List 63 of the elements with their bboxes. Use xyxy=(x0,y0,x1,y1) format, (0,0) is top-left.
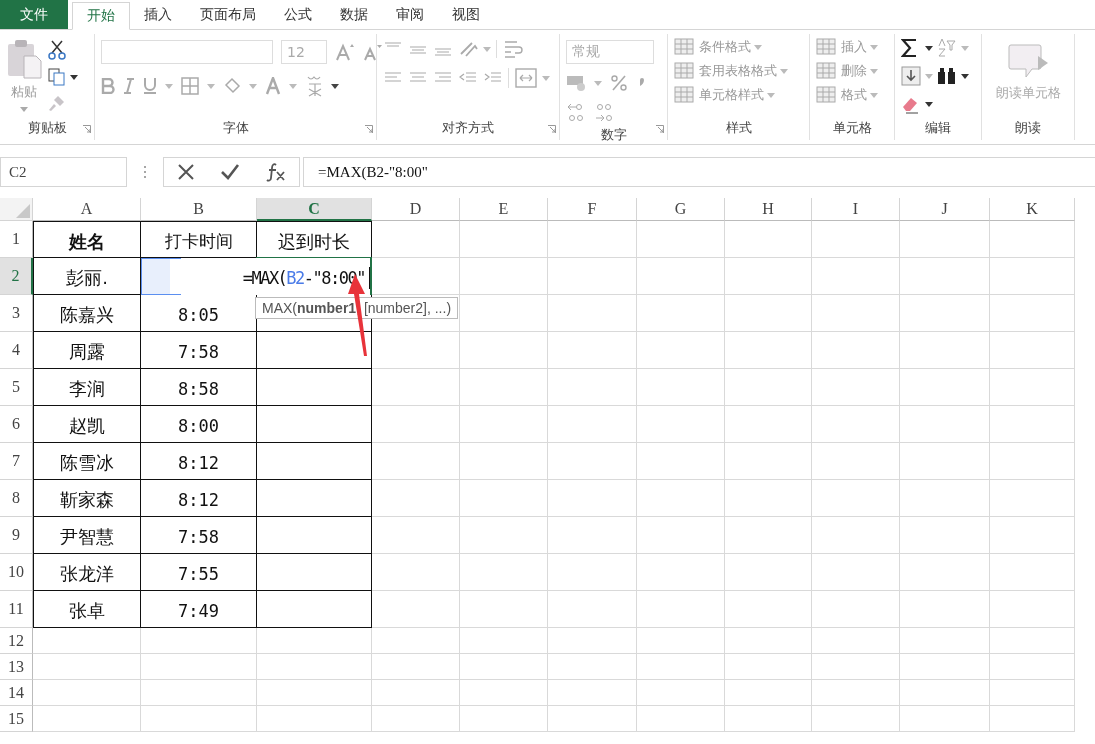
row-header[interactable]: 11 xyxy=(0,591,33,628)
table-cell[interactable]: 陈雪冰 xyxy=(33,443,141,480)
ribbon-tab[interactable]: 页面布局 xyxy=(186,0,270,29)
row-header[interactable]: 3 xyxy=(0,295,33,332)
ribbon-tab[interactable]: 开始 xyxy=(72,2,130,30)
table-cell[interactable]: 周露 xyxy=(33,332,141,369)
row-header[interactable]: 8 xyxy=(0,480,33,517)
group-label: 字体 xyxy=(222,119,249,137)
row-header[interactable]: 6 xyxy=(0,406,33,443)
table-cell[interactable]: 张卓 xyxy=(33,591,141,628)
table-cell[interactable]: 靳家森 xyxy=(33,480,141,517)
table-cell[interactable]: 尹智慧 xyxy=(33,517,141,554)
table-cell[interactable]: 8:12 xyxy=(141,443,257,480)
column-header[interactable]: C xyxy=(257,198,372,221)
row-header[interactable]: 5 xyxy=(0,369,33,406)
column-header[interactable]: G xyxy=(637,198,725,221)
group-label: 对齐方式 xyxy=(442,119,494,137)
table-cell[interactable]: 赵凯 xyxy=(33,406,141,443)
row-header[interactable]: 14 xyxy=(0,680,33,706)
ribbon-tab[interactable]: 数据 xyxy=(326,0,382,29)
table-cell[interactable]: 李涧 xyxy=(33,369,141,406)
table-cell[interactable]: 8:12 xyxy=(141,480,257,517)
table-cell[interactable]: 姓名 xyxy=(33,221,141,258)
column-header[interactable]: A xyxy=(33,198,141,221)
row-header[interactable]: 13 xyxy=(0,654,33,680)
column-header[interactable]: I xyxy=(812,198,900,221)
row-header[interactable]: 2 xyxy=(0,258,33,295)
group-label: 朗读 xyxy=(1015,119,1041,137)
column-header[interactable]: J xyxy=(900,198,990,221)
row-header[interactable]: 7 xyxy=(0,443,33,480)
table-cell[interactable]: 陈嘉兴 xyxy=(33,295,141,332)
table-cell[interactable]: 7:55 xyxy=(141,554,257,591)
table-cell[interactable]: 7:49 xyxy=(141,591,257,628)
function-tooltip: MAX(number1, [number2], ...) xyxy=(255,297,459,319)
column-header[interactable]: B xyxy=(141,198,257,221)
table-cell[interactable]: 7:58 xyxy=(141,517,257,554)
row-header[interactable]: 9 xyxy=(0,517,33,554)
formula-field[interactable]: =MAX(B2-"8:00" xyxy=(303,157,1095,187)
ribbon-tab[interactable]: 视图 xyxy=(438,0,494,29)
column-header[interactable]: E xyxy=(460,198,548,221)
row-header[interactable]: 4 xyxy=(0,332,33,369)
column-header[interactable]: D xyxy=(372,198,460,221)
ribbon-tab[interactable]: 审阅 xyxy=(382,0,438,29)
ribbon-tab[interactable]: 插入 xyxy=(130,0,186,29)
name-box[interactable]: C2 xyxy=(0,157,127,187)
column-header[interactable]: K xyxy=(990,198,1075,221)
row-header[interactable]: 15 xyxy=(0,706,33,732)
table-cell[interactable]: 张龙洋 xyxy=(33,554,141,591)
file-tab[interactable]: 文件 xyxy=(0,0,68,29)
ribbon-tab[interactable]: 公式 xyxy=(270,0,326,29)
group-label: 剪贴板 xyxy=(27,119,67,137)
row-header[interactable]: 12 xyxy=(0,628,33,654)
column-header[interactable]: F xyxy=(548,198,637,221)
table-cell[interactable]: 8:58 xyxy=(141,369,257,406)
row-header[interactable]: 10 xyxy=(0,554,33,591)
column-header[interactable]: H xyxy=(725,198,812,221)
group-label: 数字 xyxy=(600,126,627,144)
table-cell[interactable]: 8:00 xyxy=(141,406,257,443)
table-cell[interactable]: 彭丽. xyxy=(33,258,141,295)
group-label: 单元格 xyxy=(832,119,872,137)
table-cell[interactable]: 7:58 xyxy=(141,332,257,369)
group-label: 样式 xyxy=(725,119,752,137)
group-label: 编辑 xyxy=(925,119,951,137)
